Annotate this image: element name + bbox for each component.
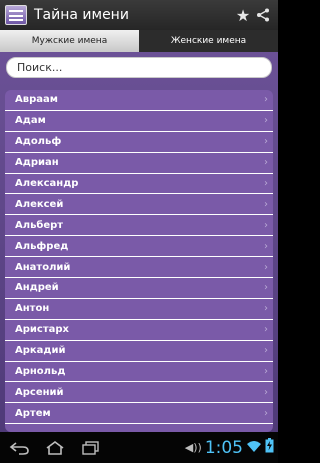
list-item[interactable]: Арсений › xyxy=(5,382,273,404)
volume-icon[interactable]: ◀)) xyxy=(185,441,202,454)
main-content: Поиск... Авраам › Адам › Адольф › Адриан… xyxy=(0,52,278,432)
list-item-label: Альфред xyxy=(15,240,69,252)
list-item-label: Анатолий xyxy=(15,261,71,273)
list-item-label: Аркадий xyxy=(15,345,66,357)
list-item[interactable]: Адам › xyxy=(5,111,273,132)
list-item-label: Арсений xyxy=(15,386,64,398)
app-logo-icon[interactable] xyxy=(5,5,27,25)
chevron-right-icon: › xyxy=(264,219,268,231)
wifi-icon xyxy=(246,438,262,457)
list-item-label: Адриан xyxy=(15,157,59,169)
chevron-right-icon: › xyxy=(264,94,268,106)
list-item[interactable]: Аркадий › xyxy=(5,341,273,362)
chevron-right-icon: › xyxy=(264,136,268,148)
list-item-label: Альберт xyxy=(15,219,64,231)
chevron-right-icon: › xyxy=(264,157,268,169)
tab-bar: Мужские имена Женские имена xyxy=(0,30,278,52)
list-item-label: Авраам xyxy=(15,94,58,106)
action-bar: Тайна имени ★ xyxy=(0,0,278,30)
names-list: Авраам › Адам › Адольф › Адриан › Алекса… xyxy=(5,90,273,432)
chevron-right-icon: › xyxy=(264,198,268,210)
clock: 1:05 xyxy=(204,437,243,458)
tab-male-names[interactable]: Мужские имена xyxy=(0,30,139,52)
battery-icon xyxy=(265,438,274,457)
chevron-right-icon: › xyxy=(264,345,268,357)
list-item[interactable]: Альфред › xyxy=(5,236,273,258)
chevron-right-icon: › xyxy=(264,303,268,315)
chevron-right-icon: › xyxy=(264,178,268,189)
chevron-right-icon: › xyxy=(264,282,268,294)
chevron-right-icon: › xyxy=(264,386,268,398)
list-item[interactable]: Артем › xyxy=(5,403,273,425)
list-item-label: Аристарх xyxy=(15,324,69,336)
list-item[interactable]: Адольф › xyxy=(5,132,273,153)
back-icon[interactable] xyxy=(4,438,34,458)
search-input[interactable]: Поиск... xyxy=(6,57,272,78)
list-item-label: Адольф xyxy=(15,136,62,148)
list-item[interactable]: Аристарх › xyxy=(5,320,273,341)
list-item-label: Александр xyxy=(15,178,79,189)
recent-apps-icon[interactable] xyxy=(76,438,106,458)
chevron-right-icon: › xyxy=(264,324,268,336)
list-item-label: Антон xyxy=(15,303,50,315)
share-icon[interactable] xyxy=(256,8,274,22)
list-item[interactable]: Алексей › xyxy=(5,194,273,216)
list-item[interactable]: Авраам › xyxy=(5,90,273,111)
star-icon[interactable]: ★ xyxy=(234,6,252,25)
chevron-right-icon: › xyxy=(264,366,268,378)
list-item[interactable]: Адриан › xyxy=(5,153,273,174)
system-nav-bar: ◀)) 1:05 xyxy=(0,432,278,463)
list-item-label: Артем xyxy=(15,407,51,419)
chevron-right-icon: › xyxy=(264,115,268,127)
list-item[interactable]: Анатолий › xyxy=(5,257,273,279)
list-item-label: Андрей xyxy=(15,282,59,294)
list-item-label: Адам xyxy=(15,115,46,127)
list-item-label: Арнольд xyxy=(15,366,66,378)
list-item[interactable]: Андрей › xyxy=(5,278,273,299)
home-icon[interactable] xyxy=(40,438,70,458)
app-title: Тайна имени xyxy=(34,7,129,23)
list-item[interactable]: Антон › xyxy=(5,299,273,320)
list-item[interactable]: Арнольд › xyxy=(5,362,273,383)
list-item-label: Алексей xyxy=(15,198,64,210)
chevron-right-icon: › xyxy=(264,261,268,273)
status-area: ◀)) 1:05 xyxy=(185,438,278,458)
list-item[interactable]: Александр › xyxy=(5,174,273,195)
list-item[interactable]: Альберт › xyxy=(5,215,273,237)
chevron-right-icon: › xyxy=(264,407,268,419)
chevron-right-icon: › xyxy=(264,240,268,252)
tab-female-names[interactable]: Женские имена xyxy=(139,30,278,52)
